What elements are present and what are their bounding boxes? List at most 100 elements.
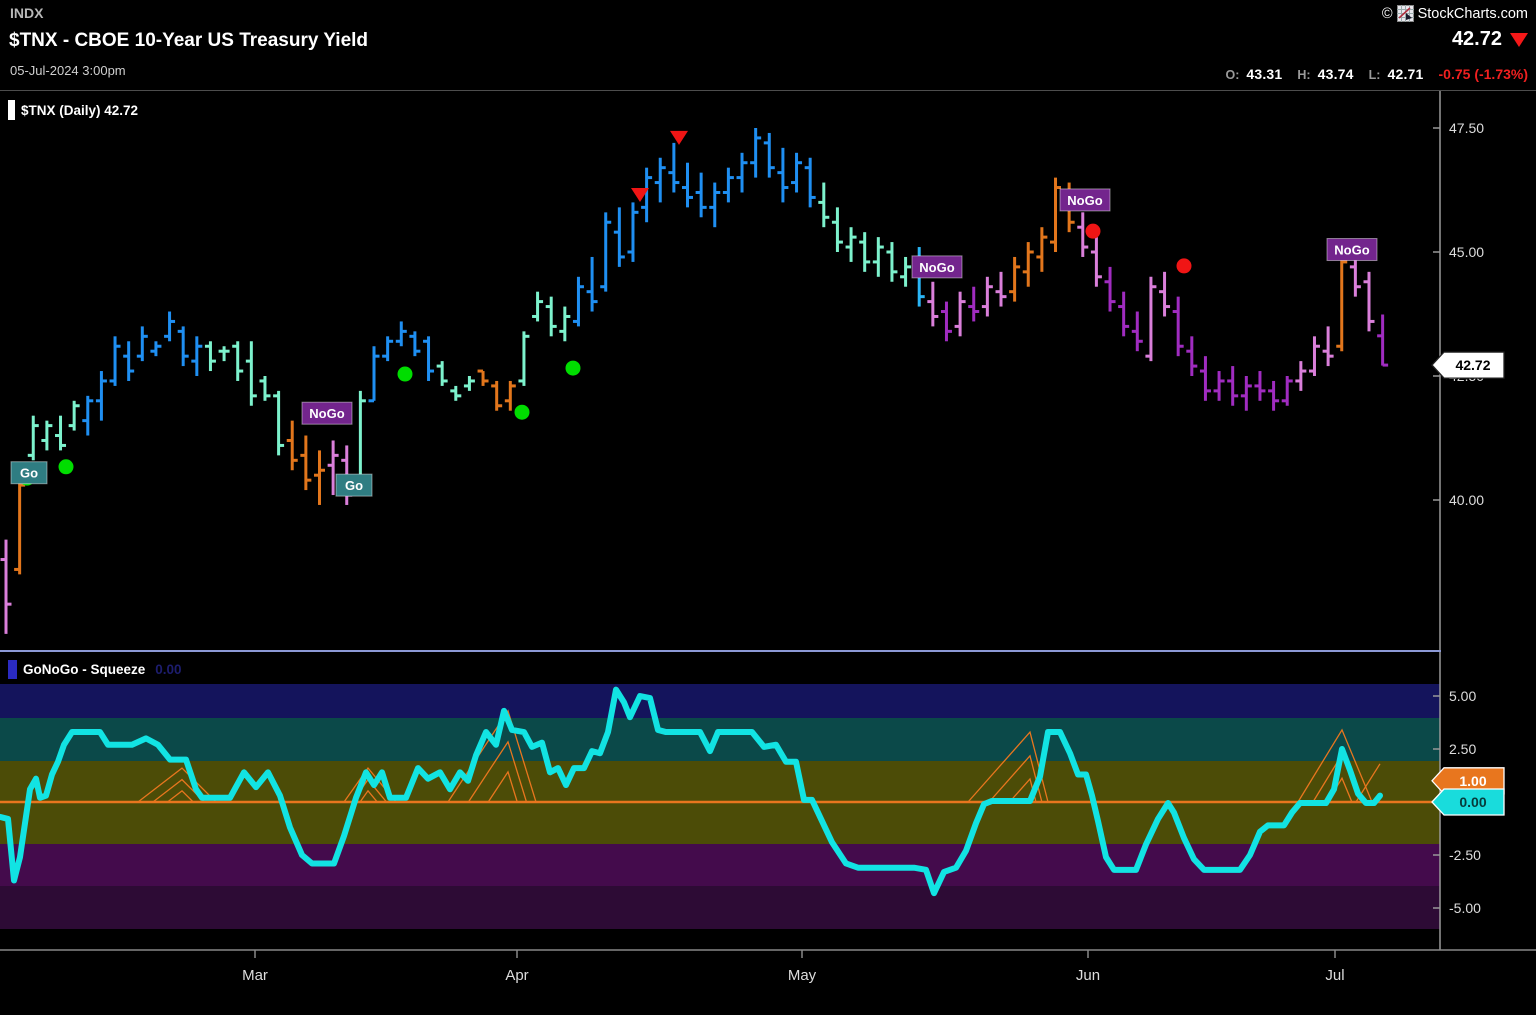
price-bar xyxy=(614,207,625,267)
squeeze-band xyxy=(0,718,1440,761)
nogo-signal-dot xyxy=(1177,258,1192,273)
price-bar xyxy=(1091,237,1102,287)
price-bar xyxy=(219,346,230,361)
price-bar xyxy=(450,386,461,401)
price-bar xyxy=(791,153,802,193)
price-bar xyxy=(955,292,966,337)
price-bar xyxy=(655,158,666,203)
price-bar xyxy=(137,326,148,361)
price-bar xyxy=(750,128,761,178)
price-bar xyxy=(1214,371,1225,401)
price-bar xyxy=(1241,376,1252,411)
price-bar xyxy=(886,242,897,282)
price-bar xyxy=(205,341,216,371)
price-bar xyxy=(437,361,448,386)
y-axis-tick-label: -5.00 xyxy=(1449,900,1481,916)
nogo-label-text: NoGo xyxy=(919,260,954,275)
price-bar xyxy=(259,376,270,401)
nogo-label-text: NoGo xyxy=(1334,243,1369,258)
price-bar xyxy=(1036,227,1047,272)
price-bar xyxy=(1145,277,1156,361)
last-price-tag-text: 42.72 xyxy=(1455,357,1490,373)
price-bar xyxy=(82,396,93,436)
price-bar xyxy=(927,282,938,327)
price-bar xyxy=(41,421,52,451)
price-bar xyxy=(1227,366,1238,406)
price-bar xyxy=(1309,336,1320,376)
price-bar xyxy=(409,331,420,356)
price-bar xyxy=(1023,242,1034,287)
price-panel-legend-text: $TNX (Daily) 42.72 xyxy=(21,103,138,118)
price-bar xyxy=(69,401,80,431)
squeeze-upper-tag-text: 1.00 xyxy=(1459,773,1486,789)
price-bar xyxy=(14,480,25,574)
price-bar xyxy=(573,277,584,327)
price-bar xyxy=(1105,267,1116,312)
price-bar xyxy=(1350,257,1361,297)
price-bar xyxy=(982,277,993,317)
price-bar xyxy=(1186,336,1197,376)
price-bar xyxy=(1336,252,1347,351)
price-bar xyxy=(832,207,843,252)
price-bar xyxy=(178,326,189,366)
squeeze-zero-tag-text: 0.00 xyxy=(1459,794,1486,810)
price-bar xyxy=(900,257,911,287)
x-axis-month-label: Apr xyxy=(505,967,528,984)
price-bar xyxy=(546,297,557,337)
price-bar xyxy=(110,336,121,386)
price-bar xyxy=(423,336,434,381)
price-bar xyxy=(1323,326,1334,366)
nogo-label-text: NoGo xyxy=(309,406,344,421)
squeeze-legend-value: 0.00 xyxy=(155,662,181,677)
price-bar xyxy=(1009,257,1020,302)
y-axis-tick-label: -2.50 xyxy=(1449,847,1481,863)
price-bar xyxy=(587,257,598,312)
price-bar xyxy=(164,312,175,342)
squeeze-band xyxy=(0,844,1440,886)
price-bar xyxy=(505,381,516,411)
go-label-text: Go xyxy=(20,466,38,481)
price-bar xyxy=(846,227,857,262)
price-bar xyxy=(627,202,638,262)
price-bar xyxy=(1254,371,1265,401)
go-signal-dot xyxy=(515,405,530,420)
chart-canvas[interactable]: GoNoGoGoNoGoNoGoNoGoMarAprMayJunJul47.50… xyxy=(0,0,1536,1015)
price-bar xyxy=(1295,361,1306,391)
price-bar xyxy=(805,158,816,208)
price-bar xyxy=(150,341,161,356)
panel-separator xyxy=(0,650,1441,652)
legend-chip-icon xyxy=(8,100,15,120)
countertrend-triangle-icon xyxy=(670,131,688,145)
x-axis-month-label: Jul xyxy=(1325,967,1344,984)
price-bar xyxy=(246,341,257,405)
squeeze-band xyxy=(0,684,1440,718)
x-axis-month-label: May xyxy=(788,967,817,984)
squeeze-band xyxy=(0,886,1440,929)
price-bar xyxy=(1118,292,1129,337)
go-signal-dot xyxy=(398,367,413,382)
x-axis-month-label: Mar xyxy=(242,967,268,984)
price-bar xyxy=(300,436,311,491)
price-bar xyxy=(995,272,1006,307)
price-bar xyxy=(1364,272,1375,332)
price-bar xyxy=(1268,381,1279,411)
price-bar xyxy=(818,183,829,228)
price-bar xyxy=(1200,356,1211,401)
price-bar xyxy=(600,212,611,291)
price-bar xyxy=(382,336,393,361)
price-bar xyxy=(941,302,952,342)
price-bar xyxy=(55,416,66,451)
squeeze-panel-legend: GoNoGo - Squeeze 0.00 xyxy=(8,660,182,679)
price-bar xyxy=(191,336,202,376)
price-bar xyxy=(1282,376,1293,406)
price-bar xyxy=(668,143,679,193)
y-axis-tick-label: 40.00 xyxy=(1449,492,1484,508)
price-bar xyxy=(682,163,693,208)
price-bar xyxy=(518,331,529,386)
y-axis-tick-label: 45.00 xyxy=(1449,244,1484,260)
price-bar xyxy=(696,173,707,218)
squeeze-legend-text: GoNoGo - Squeeze xyxy=(23,662,145,677)
price-bar xyxy=(478,371,489,386)
nogo-signal-dot xyxy=(1086,224,1101,239)
price-bar xyxy=(123,341,134,381)
